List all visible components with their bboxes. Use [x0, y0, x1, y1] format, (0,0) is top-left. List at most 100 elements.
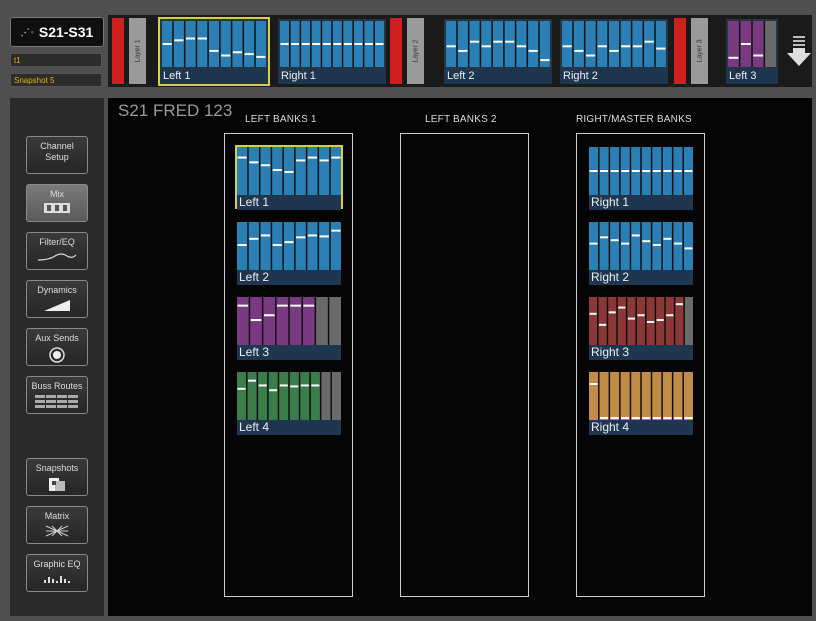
fader-level-marker [673, 417, 682, 419]
bank-faders [562, 21, 666, 67]
fader-level-marker [458, 49, 468, 52]
scene-label: t1 [10, 53, 102, 67]
fader-level-marker [290, 304, 301, 307]
fader-level-marker [333, 43, 342, 45]
bank-label: Left 1 [237, 195, 341, 210]
fader-level-marker [249, 237, 259, 240]
fader-channel [492, 21, 504, 67]
fader-channel [310, 372, 320, 420]
bank-label: Right 2 [560, 69, 668, 84]
fader-bars [728, 21, 776, 67]
bank-right-2[interactable]: Right 2 [589, 222, 693, 285]
bank-left-1[interactable]: Left 1 [235, 145, 343, 210]
snapshot-label: Snapshot 5 [10, 73, 102, 87]
layer-indicator [674, 18, 686, 84]
fader-level-marker [263, 314, 275, 317]
fader-channel [673, 222, 683, 270]
bank-column-3[interactable]: Right 1 Right 2 Right 3 Right 4 [576, 133, 705, 597]
bank-column-1[interactable]: Left 1 Left 2 Left 3 Left 4 [224, 133, 353, 597]
fader-channel [220, 21, 231, 67]
sidebar-graphic-eq-button[interactable]: Graphic EQ [26, 554, 88, 592]
sidebar-matrix-button[interactable]: Matrix [26, 506, 88, 544]
bank-right-2[interactable]: Right 2 [560, 19, 668, 84]
fader-channel [197, 21, 208, 67]
fader-level-marker [652, 170, 661, 172]
bank-right-1[interactable]: Right 1 [589, 147, 693, 210]
sidebar-channel-setup-button[interactable]: Channel Setup [26, 136, 88, 174]
layer-tab-label: Layer 3 [696, 39, 703, 63]
fader-bars [237, 222, 341, 270]
fader-bars [162, 21, 266, 67]
fader-channel [589, 372, 599, 420]
bank-right-1[interactable]: Right 1 [278, 19, 386, 84]
fader-bars [237, 372, 341, 420]
bank-label: Left 3 [237, 345, 341, 360]
bank-faders [237, 147, 341, 195]
fader-channel [652, 372, 662, 420]
sidebar-dynamics-button[interactable]: Dynamics [26, 280, 88, 318]
bank-left-2[interactable]: Left 2 [444, 19, 552, 84]
fader-level-marker [505, 40, 515, 43]
device-name-button[interactable]: ⋰◦ S21-S31 [10, 17, 104, 47]
bank-left-1[interactable]: Left 1 [158, 17, 270, 86]
fader-level-marker [296, 159, 306, 162]
fader-channel [516, 21, 527, 67]
fader-level-marker [516, 45, 527, 48]
expand-down-arrow-icon[interactable] [786, 36, 812, 70]
fader-level-marker [354, 43, 363, 45]
bank-faders [237, 297, 341, 345]
sidebar-filter-eq-button[interactable]: Filter/EQ [26, 232, 88, 270]
sidebar-aux-sends-button[interactable]: Aux Sends [26, 328, 88, 366]
fader-channel [307, 222, 318, 270]
fader-level-marker [284, 170, 294, 173]
bank-right-4[interactable]: Right 4 [589, 372, 693, 435]
sidebar-buss-routes-button[interactable]: Buss Routes [26, 376, 88, 414]
fader-channel [244, 21, 255, 67]
bank-label: Left 1 [160, 69, 268, 84]
fader-level-marker [589, 383, 598, 385]
fader-channel [446, 21, 457, 67]
fader-level-marker [260, 164, 271, 167]
fader-level-marker [740, 43, 751, 45]
bank-label: Left 3 [726, 69, 778, 84]
fader-level-marker [446, 45, 456, 48]
snapshot-icon [27, 476, 87, 494]
fader-channel [610, 372, 620, 420]
fader-level-marker [621, 45, 631, 48]
sidebar-button-label: Mix [50, 189, 64, 199]
sidebar-mix-button[interactable]: Mix [26, 184, 88, 222]
fader-channel [644, 21, 655, 67]
fader-level-marker [250, 319, 262, 322]
bank-left-4[interactable]: Left 4 [237, 372, 341, 435]
mix-icon [27, 202, 87, 216]
bank-label: Left 2 [444, 69, 552, 84]
fader-bars [589, 147, 693, 195]
fader-channel [330, 147, 341, 195]
sidebar-snapshots-button[interactable]: Snapshots [26, 458, 88, 496]
bank-left-3[interactable]: Left 3 [726, 19, 778, 84]
fader-level-marker [197, 37, 207, 40]
fader-bars [237, 297, 341, 345]
layer-tab-1[interactable]: Layer 1 [129, 18, 146, 84]
bank-column-2[interactable] [400, 133, 529, 597]
fader-bars [589, 372, 693, 420]
fader-level-marker [300, 384, 309, 387]
bank-left-2[interactable]: Left 2 [237, 222, 341, 285]
fader-level-marker [684, 170, 693, 172]
fader-channel [627, 297, 636, 345]
fader-level-marker [307, 234, 318, 237]
fader-level-marker [600, 417, 609, 419]
fader-channel [504, 21, 515, 67]
bank-right-3[interactable]: Right 3 [589, 297, 693, 360]
layer-tab-2[interactable]: Layer 2 [407, 18, 424, 84]
bank-faders [237, 372, 341, 420]
layer-tab-3[interactable]: Layer 3 [691, 18, 708, 84]
fader-level-marker [627, 317, 635, 320]
fader-channel [283, 222, 295, 270]
sidebar-button-label: Dynamics [37, 285, 77, 295]
bank-left-3[interactable]: Left 3 [237, 297, 341, 360]
fader-level-marker [610, 170, 619, 172]
fader-channel [237, 372, 247, 420]
fader-channel [237, 147, 248, 195]
fader-level-marker [221, 54, 231, 57]
